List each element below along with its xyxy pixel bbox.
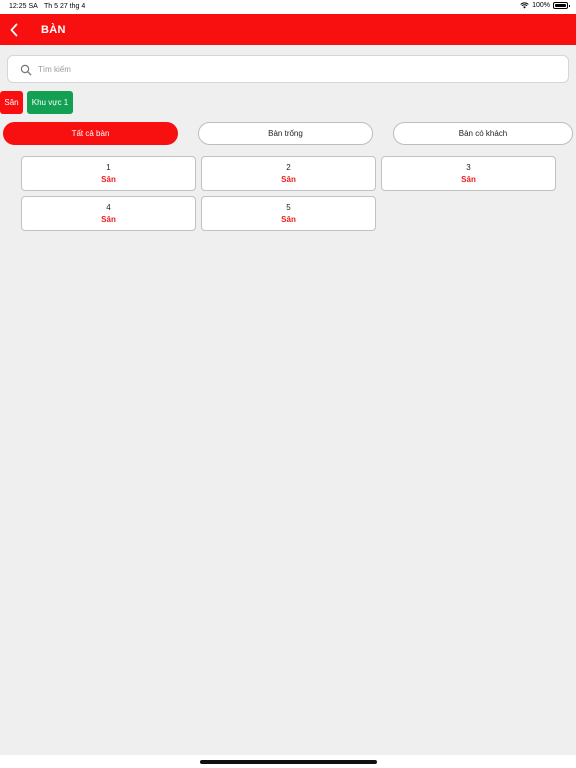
table-number: 4 [106,203,111,212]
search-bar[interactable] [7,55,569,83]
table-area: Sân [281,175,296,184]
table-number: 2 [286,163,291,172]
wifi-icon [520,2,529,9]
filter-occupied-tables[interactable]: Bàn có khách [393,122,573,145]
status-bar: 12:25 SA Th 5 27 thg 4 100% [0,0,576,14]
status-indicators: 100% [520,2,570,9]
table-card[interactable]: 2 Sân [201,156,376,191]
table-card[interactable]: 4 Sân [21,196,196,231]
filter-empty-tables[interactable]: Bàn trống [198,122,373,145]
table-area: Sân [101,215,116,224]
table-card[interactable]: 3 Sân [381,156,556,191]
battery-icon [553,2,570,9]
search-input[interactable] [38,60,558,79]
home-indicator[interactable] [200,760,377,764]
search-icon [20,64,32,76]
table-card[interactable]: 1 Sân [21,156,196,191]
table-area: Sân [281,215,296,224]
table-area: Sân [461,175,476,184]
status-date: Th 5 27 thg 4 [44,3,86,10]
table-area: Sân [101,175,116,184]
area-chip-khu-vuc-1[interactable]: Khu vực 1 [27,91,73,114]
status-time: 12:25 SA [9,3,38,10]
page-title: BÀN [41,24,66,36]
top-app-bar: BÀN [0,14,576,45]
table-card[interactable]: 5 Sân [201,196,376,231]
table-number: 5 [286,203,291,212]
chevron-left-icon[interactable] [9,23,19,37]
filter-all-tables[interactable]: Tất cả bàn [3,122,178,145]
table-number: 3 [466,163,471,172]
area-chip-san[interactable]: Sân [0,91,23,114]
battery-percent: 100% [532,2,550,9]
table-number: 1 [106,163,111,172]
